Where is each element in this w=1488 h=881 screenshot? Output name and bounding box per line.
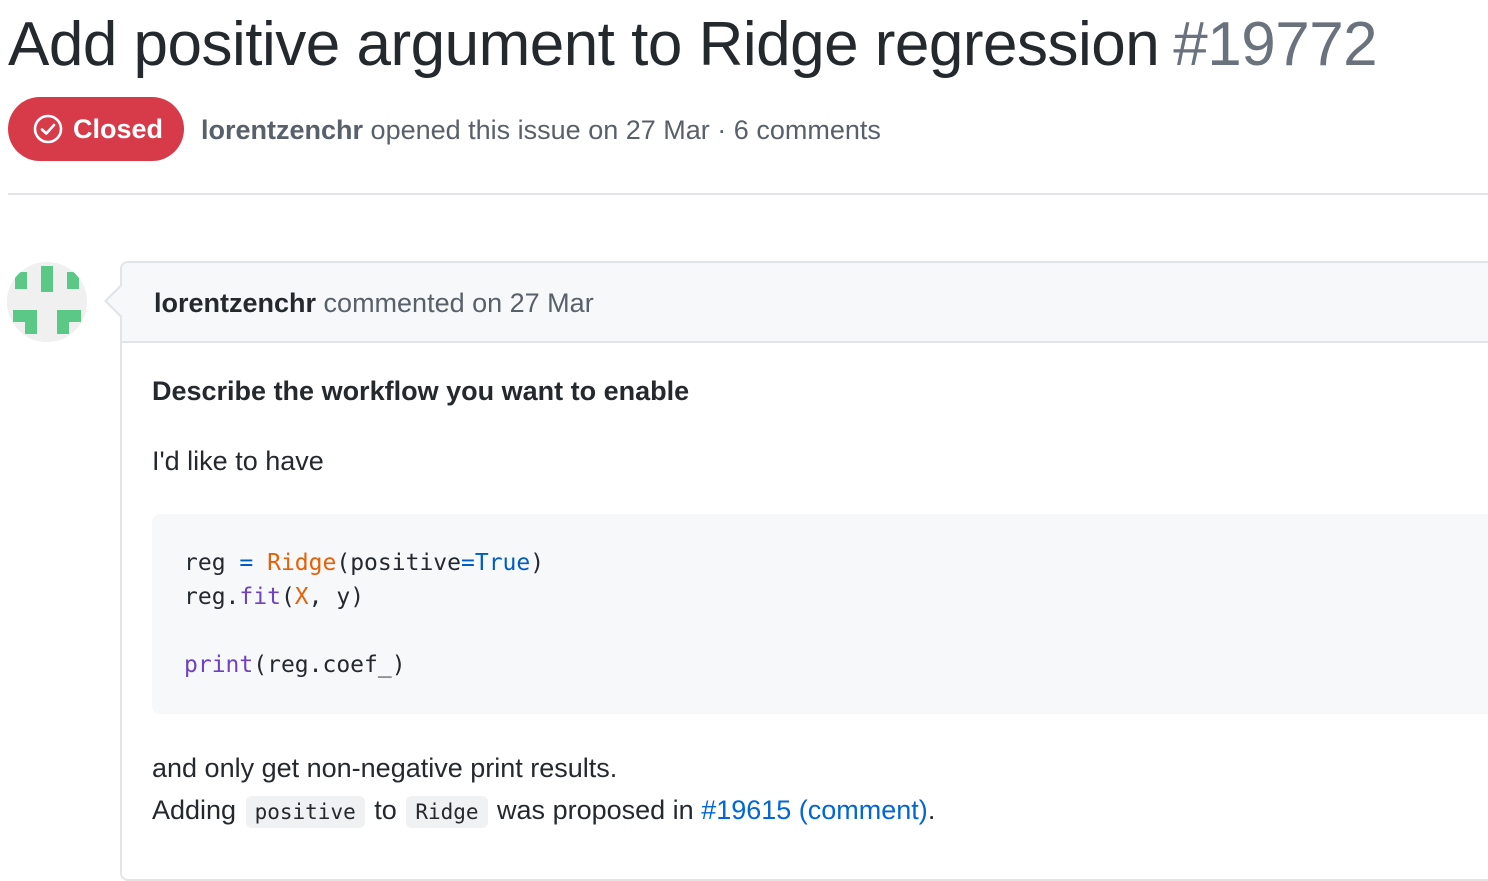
issue-title: Add positive argument to Ridge regressio… — [8, 10, 1160, 79]
header-divider — [8, 193, 1488, 195]
code-block: reg = Ridge(positive=True) reg.fit(X, y)… — [152, 514, 1488, 714]
adding-text: Adding — [152, 795, 237, 825]
comment-header: lorentzenchr commented on 27 Mar — [122, 263, 1488, 343]
identicon-icon — [7, 262, 87, 342]
comments-count: 6 comments — [733, 115, 881, 145]
issue-number: #19772 — [1173, 10, 1378, 79]
commented-text[interactable]: commented on 27 Mar — [324, 288, 594, 318]
avatar[interactable] — [7, 262, 87, 342]
comment-box: lorentzenchr commented on 27 Mar Describ… — [120, 261, 1488, 881]
closed-check-icon — [33, 114, 63, 144]
opened-text: opened this issue on 27 Mar — [370, 115, 710, 145]
code-line-1: reg = Ridge(positive=True) — [184, 550, 545, 576]
comment-proposal-line: Adding positive to Ridge was proposed in… — [152, 788, 935, 834]
proposed-text: was proposed in — [497, 795, 694, 825]
comment-intro: I'd like to have — [152, 446, 324, 476]
closed-state-badge: Closed — [8, 97, 184, 161]
state-label: Closed — [73, 113, 164, 144]
inline-code-ridge: Ridge — [406, 796, 488, 828]
issue-author-link[interactable]: lorentzenchr — [201, 115, 363, 145]
inline-code-positive: positive — [245, 796, 365, 828]
issue-meta: lorentzenchr opened this issue on 27 Mar… — [201, 108, 881, 152]
comment-author-link[interactable]: lorentzenchr — [154, 288, 316, 318]
code-line-2: reg.fit(X, y) — [184, 584, 365, 610]
code-line-3: print(reg.coef_) — [184, 652, 406, 678]
comment-heading: Describe the workflow you want to enable — [152, 376, 690, 406]
end-period: . — [927, 795, 936, 825]
to-text: to — [374, 795, 397, 825]
comment-after-code: and only get non-negative print results. — [152, 753, 618, 783]
comment-arrow-inner — [107, 286, 122, 316]
issue-reference-link[interactable]: #19615 (comment) — [701, 795, 928, 825]
meta-separator: · — [717, 115, 727, 145]
issue-title-row: Add positive argument to Ridge regressio… — [8, 2, 1378, 88]
